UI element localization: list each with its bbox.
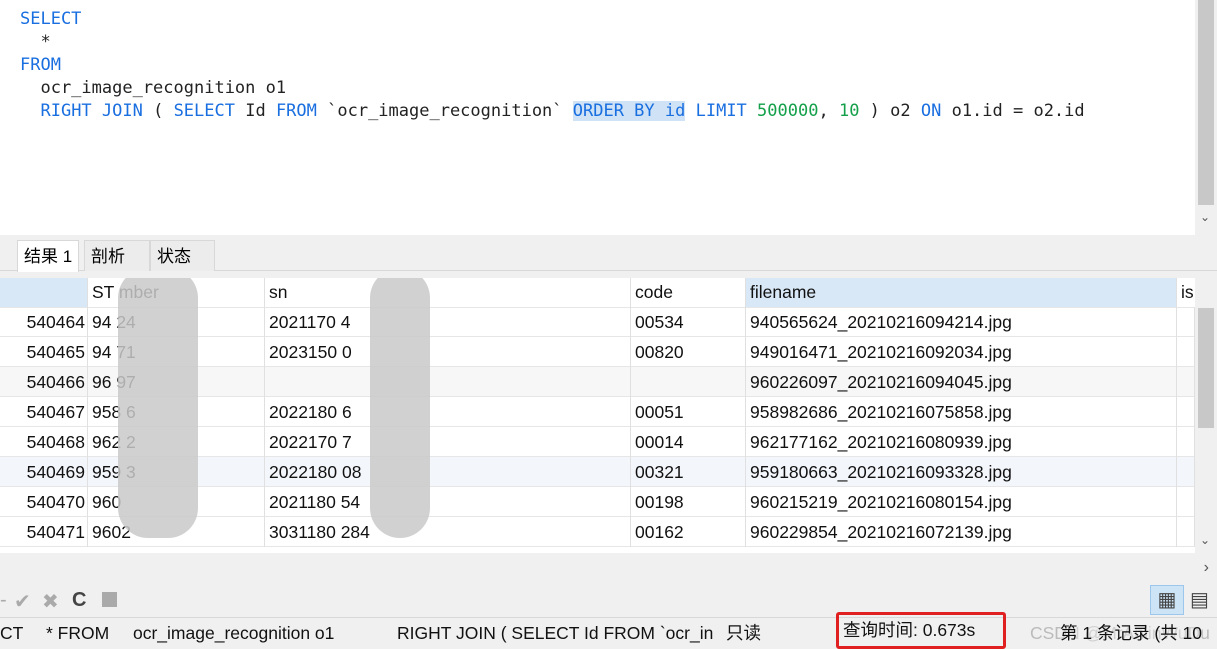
keyword: RIGHT JOIN <box>40 101 143 121</box>
table-cell[interactable]: 00534 <box>631 307 746 337</box>
table-cell[interactable]: 960229854_20210216072139.jpg <box>746 517 1177 547</box>
table-cell[interactable]: 2022170 7 <box>265 427 631 457</box>
number: 10 <box>838 101 860 121</box>
result-tabs: 结果 1 剖析 状态 <box>0 240 1217 272</box>
table-cell[interactable]: 940565624_20210216094214.jpg <box>746 307 1177 337</box>
row-number[interactable]: 540466 <box>0 367 88 397</box>
code-text: , <box>818 101 839 121</box>
code-text: o1.id = o2.id <box>941 101 1085 121</box>
result-grid[interactable]: ST mbersncodefilenameis54046494 24202117… <box>0 278 1195 553</box>
status-sql: * FROM <box>46 623 110 643</box>
record-count: 第 1 条记录 (共 10 <box>1060 618 1202 649</box>
row-number[interactable]: 540471 <box>0 517 88 547</box>
redaction-blur <box>370 278 430 538</box>
number: 500000 <box>757 101 819 121</box>
redaction-blur <box>118 278 198 538</box>
table-cell[interactable]: 960226097_20210216094045.jpg <box>746 367 1177 397</box>
status-bar: CT * FROM ocr_image_recognition o1 RIGHT… <box>0 612 1217 649</box>
table-cell[interactable]: 00321 <box>631 457 746 487</box>
tab-status[interactable]: 状态 <box>150 240 215 271</box>
column-header[interactable]: is <box>1177 278 1195 307</box>
tab-label: 状态 <box>157 247 191 266</box>
cancel-icon[interactable]: ✖ <box>42 589 59 614</box>
code-line: * <box>20 31 1195 54</box>
query-time-text: 查询时间: 0.673s <box>843 620 976 640</box>
table-cell[interactable]: 3031180 284 <box>265 517 631 547</box>
stop-icon[interactable] <box>102 592 117 607</box>
table-cell[interactable]: 00820 <box>631 337 746 367</box>
table-cell[interactable]: 00051 <box>631 397 746 427</box>
table-cell[interactable]: 2022180 6 <box>265 397 631 427</box>
table-cell[interactable]: 949016471_20210216092034.jpg <box>746 337 1177 367</box>
editor-scrollbar[interactable]: ⌄ <box>1195 0 1217 235</box>
table-cell[interactable]: 960215219_20210216080154.jpg <box>746 487 1177 517</box>
status-sql: ocr_image_recognition o1 <box>133 623 335 643</box>
code-text: Id <box>234 101 276 121</box>
row-number[interactable]: 540464 <box>0 307 88 337</box>
keyword: FROM <box>20 55 61 75</box>
sql-editor[interactable]: SELECT * FROM ocr_image_recognition o1 R… <box>0 0 1195 235</box>
grid-toolbar: - ✔ ✖ C ▦ ▤ <box>0 585 1217 616</box>
code-line: FROM <box>20 54 1195 77</box>
table-cell[interactable]: 2021170 4 <box>265 307 631 337</box>
scroll-down-icon[interactable]: ⌄ <box>1200 210 1210 224</box>
tab-label: 结果 1 <box>24 247 73 266</box>
code-text: ) o2 <box>859 101 921 121</box>
table-cell[interactable]: 958982686_20210216075858.jpg <box>746 397 1177 427</box>
tab-profile[interactable]: 剖析 <box>84 240 150 271</box>
tab-result-1[interactable]: 结果 1 <box>17 240 80 272</box>
row-number[interactable]: 540469 <box>0 457 88 487</box>
column-header[interactable]: filename <box>746 278 1177 307</box>
code-text: * <box>20 32 51 52</box>
scroll-right-icon[interactable]: › <box>1204 559 1209 577</box>
code-text: `ocr_image_recognition` <box>316 101 573 121</box>
status-readonly: 只读 <box>726 623 761 643</box>
table-cell[interactable] <box>631 367 746 397</box>
table-cell[interactable]: 00198 <box>631 487 746 517</box>
form-view-icon[interactable]: ▤ <box>1190 585 1209 615</box>
column-header[interactable] <box>0 278 88 307</box>
code-line: SELECT <box>20 8 1195 31</box>
code-text: ocr_image_recognition o1 <box>20 78 287 98</box>
refresh-icon[interactable]: C <box>72 589 86 612</box>
column-header[interactable]: sn <box>265 278 631 307</box>
column-header[interactable]: code <box>631 278 746 307</box>
grid-horizontal-scrollbar[interactable]: › <box>0 557 1217 583</box>
table-cell[interactable]: 2022180 08 <box>265 457 631 487</box>
keyword: SELECT <box>173 101 235 121</box>
check-icon[interactable]: ✔ <box>14 589 31 614</box>
keyword: SELECT <box>20 9 82 29</box>
status-sql: CT <box>0 623 24 643</box>
row-number[interactable]: 540467 <box>0 397 88 427</box>
selected-text: ORDER BY id <box>572 101 686 121</box>
minus-icon[interactable]: - <box>0 589 7 612</box>
table-cell[interactable]: 00162 <box>631 517 746 547</box>
row-number[interactable]: 540468 <box>0 427 88 457</box>
table-cell[interactable]: 2023150 0 <box>265 337 631 367</box>
grid-vertical-scrollbar[interactable]: ⌄ <box>1195 278 1217 553</box>
table-cell[interactable]: 959180663_20210216093328.jpg <box>746 457 1177 487</box>
code-text: ( <box>142 101 174 121</box>
grid-view-icon[interactable]: ▦ <box>1150 585 1184 615</box>
scroll-down-icon[interactable]: ⌄ <box>1200 533 1210 547</box>
table-cell[interactable] <box>265 367 631 397</box>
keyword: LIMIT <box>695 101 747 121</box>
keyword: FROM <box>275 101 317 121</box>
query-time: 查询时间: 0.673s <box>836 612 1006 649</box>
tab-label: 剖析 <box>91 247 125 266</box>
code-line: ocr_image_recognition o1 <box>20 77 1195 100</box>
table-cell[interactable]: 00014 <box>631 427 746 457</box>
row-number[interactable]: 540470 <box>0 487 88 517</box>
keyword: ON <box>920 101 942 121</box>
row-number[interactable]: 540465 <box>0 337 88 367</box>
table-cell[interactable]: 2021180 54 <box>265 487 631 517</box>
status-sql: RIGHT JOIN ( SELECT Id FROM `ocr_in <box>397 623 714 643</box>
code-line: RIGHT JOIN ( SELECT Id FROM `ocr_image_r… <box>20 100 1195 123</box>
table-cell[interactable]: 962177162_20210216080939.jpg <box>746 427 1177 457</box>
